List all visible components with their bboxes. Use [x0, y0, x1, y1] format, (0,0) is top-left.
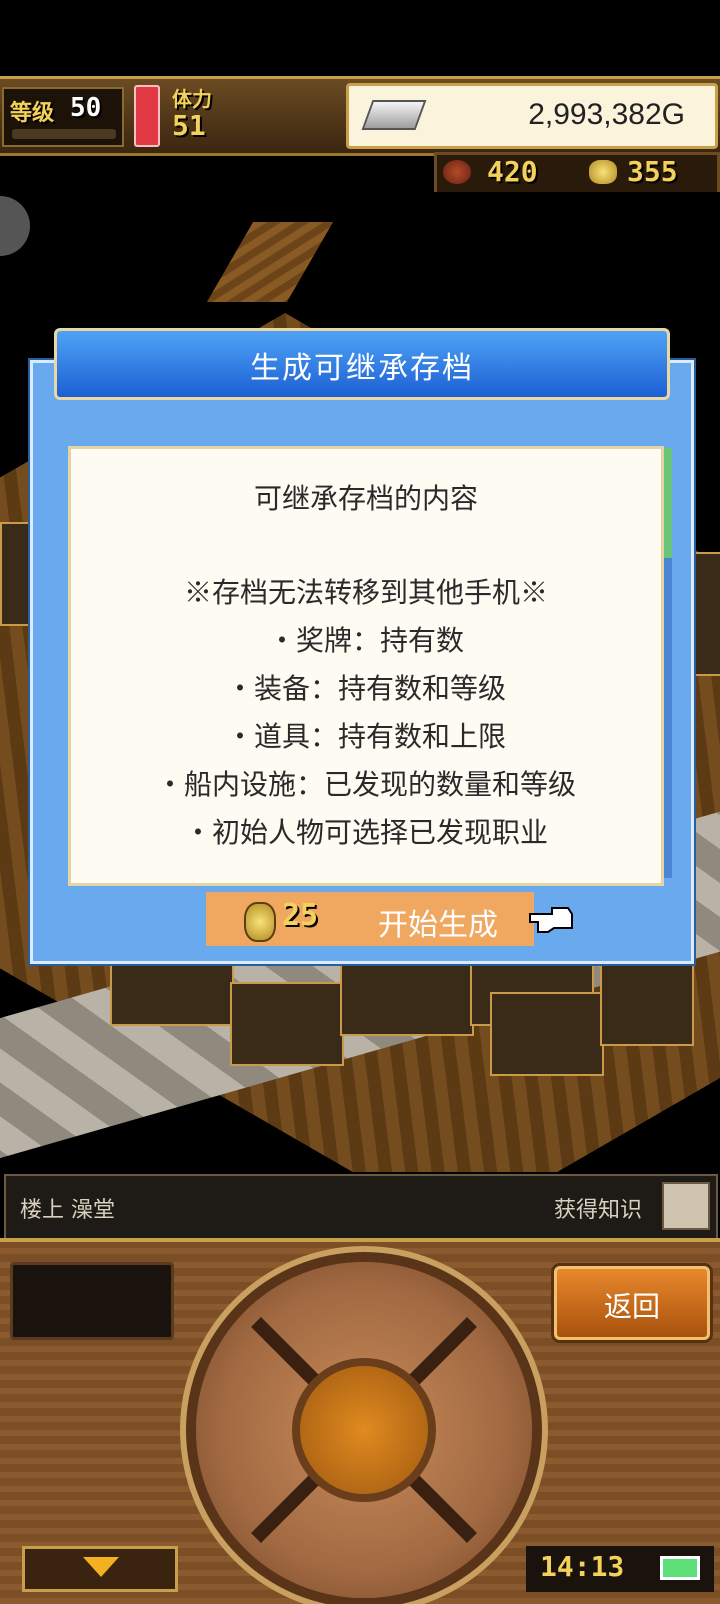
- meat-icon: [443, 160, 471, 184]
- content-item-jobs: ・初始人物可选择已发现职业: [183, 816, 548, 849]
- back-label: 返回: [603, 1290, 660, 1323]
- content-item-medal: ・奖牌：持有数: [267, 624, 464, 657]
- dialog-content-panel[interactable]: 可继承存档的内容 ※存档无法转移到其他手机※ ・奖牌：持有数 ・装备：持有数和等…: [68, 446, 664, 886]
- room[interactable]: [230, 982, 344, 1066]
- fist-icon[interactable]: [662, 1182, 710, 1230]
- meat-count: 420: [487, 155, 538, 188]
- mini-screen: [10, 1262, 174, 1340]
- menu-toggle-button[interactable]: [22, 1546, 178, 1592]
- content-item-tools: ・道具：持有数和上限: [225, 720, 506, 753]
- room[interactable]: [340, 952, 474, 1036]
- room[interactable]: [600, 952, 694, 1046]
- dialog-scrollbar[interactable]: [664, 448, 672, 878]
- stamina-value: 51: [172, 109, 206, 142]
- back-button[interactable]: 返回: [554, 1266, 710, 1340]
- info-bar: 楼上 澡堂 获得知识: [4, 1174, 718, 1240]
- level-panel: 等级 50: [2, 87, 124, 147]
- location-text: 楼上 澡堂: [20, 1198, 115, 1223]
- generate-cost: 25: [282, 898, 319, 933]
- pointing-hand-icon: [529, 907, 573, 933]
- content-item-facilities: ・船内设施：已发现的数量和等级: [155, 768, 576, 801]
- resource-bar: 420 355: [434, 152, 720, 196]
- transfer-notice: ※存档无法转移到其他手机※: [183, 576, 548, 609]
- content-heading: 可继承存档的内容: [253, 482, 478, 515]
- controller-panel: 返回 14:13: [0, 1238, 720, 1604]
- dialog-header: 生成可继承存档: [54, 328, 670, 400]
- gold-panel: 2,993,382G: [346, 83, 718, 149]
- down-arrow-icon: [83, 1557, 119, 1577]
- start-generate-button[interactable]: 25 开始生成: [206, 892, 534, 946]
- clock-text: 14:13: [540, 1550, 625, 1583]
- stamina-label: 体力: [172, 87, 212, 111]
- action-button[interactable]: [292, 1358, 436, 1502]
- level-progress-bar: [12, 129, 116, 139]
- coin-icon: [244, 902, 276, 942]
- medal-count: 355: [627, 155, 678, 188]
- medal-icon: [589, 160, 617, 184]
- status-bar: 等级 50 体力 51 2,993,382G: [0, 76, 720, 156]
- battery-icon: [660, 1556, 700, 1580]
- gold-amount: 2,993,382G: [528, 98, 685, 131]
- room[interactable]: [490, 992, 604, 1076]
- stamina-gauge: [134, 85, 160, 147]
- dialog-title: 生成可继承存档: [250, 351, 474, 386]
- level-value: 50: [70, 93, 102, 123]
- knowledge-text: 获得知识: [553, 1198, 642, 1223]
- level-label: 等级: [10, 101, 55, 126]
- direction-pad[interactable]: [196, 1262, 532, 1598]
- scrollbar-thumb[interactable]: [664, 448, 672, 558]
- content-item-equipment: ・装备：持有数和等级: [225, 672, 506, 705]
- staircase: [206, 222, 334, 302]
- start-generate-label: 开始生成: [378, 908, 498, 943]
- clock-panel: 14:13: [526, 1546, 714, 1592]
- silver-bar-icon: [361, 100, 427, 130]
